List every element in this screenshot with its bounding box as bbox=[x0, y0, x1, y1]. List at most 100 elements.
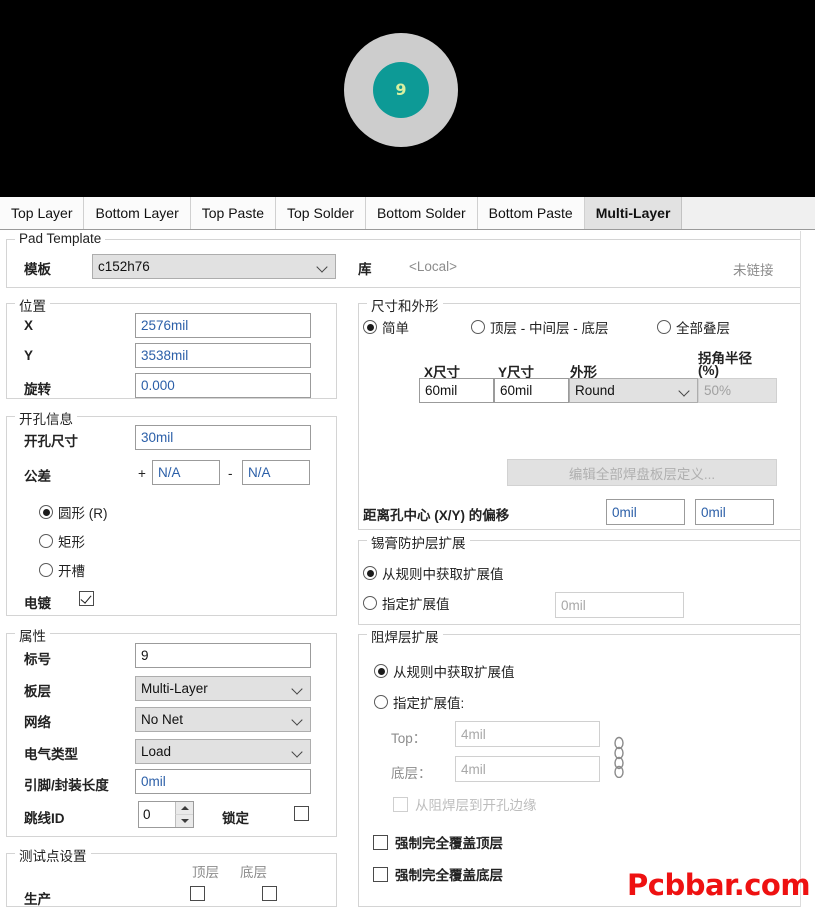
tab-bottom-paste[interactable]: Bottom Paste bbox=[477, 197, 585, 229]
force-full-tenting-bottom-checkbox[interactable]: 强制完全覆盖底层 bbox=[373, 864, 503, 884]
radio-dot-icon bbox=[39, 563, 53, 577]
hole-center-offset-y-input[interactable] bbox=[695, 499, 774, 525]
tolerance-label: 公差 bbox=[24, 469, 51, 484]
hole-shape-round-radio[interactable]: 圆形 (R) bbox=[39, 502, 108, 522]
radio-dot-icon bbox=[39, 534, 53, 548]
locked-checkbox[interactable] bbox=[294, 806, 309, 821]
solder-mask-from-rules-label: 从规则中获取扩展值 bbox=[393, 665, 515, 680]
chevron-down-icon bbox=[291, 745, 305, 759]
jumper-id-stepper[interactable] bbox=[138, 801, 194, 828]
pad-template-group-title: Pad Template bbox=[15, 231, 106, 246]
fabrication-top-checkbox[interactable] bbox=[190, 886, 205, 901]
paste-mask-group-title: 锡膏防护层扩展 bbox=[367, 532, 470, 552]
pin-package-length-input[interactable] bbox=[135, 769, 311, 794]
template-label: 模板 bbox=[24, 262, 51, 277]
location-group-title: 位置 bbox=[15, 295, 50, 315]
pad-copper-circle: 9 bbox=[373, 62, 429, 118]
layer-combo-value: Multi-Layer bbox=[141, 681, 208, 696]
testpoint-group: 测试点设置 bbox=[6, 845, 337, 907]
y-size-input[interactable] bbox=[494, 378, 569, 403]
testpoint-bottom-header: 底层 bbox=[240, 865, 267, 880]
tab-bottom-solder[interactable]: Bottom Solder bbox=[365, 197, 478, 229]
pad-shape-combo-value: Round bbox=[575, 383, 615, 398]
fabrication-bottom-checkbox[interactable] bbox=[262, 886, 277, 901]
tented-to-hole-edge-label: 从阻焊层到开孔边缘 bbox=[415, 798, 537, 813]
pad-shape-combo[interactable]: Round bbox=[569, 378, 698, 403]
paste-mask-specify-radio[interactable]: 指定扩展值 bbox=[363, 593, 450, 613]
jumper-id-label: 跳线ID bbox=[24, 811, 65, 826]
checkmark-icon bbox=[79, 591, 94, 606]
stepper-up-icon[interactable] bbox=[175, 802, 193, 815]
jumper-id-input[interactable] bbox=[139, 802, 175, 827]
tolerance-minus-input[interactable] bbox=[242, 460, 310, 485]
solder-mask-specify-radio[interactable]: 指定扩展值: bbox=[374, 692, 464, 712]
hole-shape-rect-radio[interactable]: 矩形 bbox=[39, 531, 85, 551]
force-full-tenting-top-checkbox[interactable]: 强制完全覆盖顶层 bbox=[373, 832, 503, 852]
paste-mask-specify-label: 指定扩展值 bbox=[382, 597, 450, 612]
location-x-label: X bbox=[24, 318, 34, 333]
tab-top-paste[interactable]: Top Paste bbox=[190, 197, 277, 229]
radio-dot-icon bbox=[657, 320, 671, 334]
size-shape-group: 尺寸和外形 bbox=[358, 295, 801, 530]
tolerance-plus-input[interactable] bbox=[152, 460, 220, 485]
radio-dot-icon bbox=[363, 596, 377, 610]
hole-shape-slot-label: 开槽 bbox=[58, 564, 85, 579]
panel-divider bbox=[800, 231, 801, 907]
corner-radius-input bbox=[698, 378, 777, 403]
tolerance-plus-sign: + bbox=[138, 466, 146, 481]
solder-mask-bottom-input bbox=[455, 756, 600, 782]
size-mode-simple-radio[interactable]: 简单 bbox=[363, 317, 409, 337]
paste-mask-from-rules-radio[interactable]: 从规则中获取扩展值 bbox=[363, 563, 504, 583]
layer-combo[interactable]: Multi-Layer bbox=[135, 676, 311, 701]
net-combo-value: No Net bbox=[141, 712, 184, 727]
rotation-label: 旋转 bbox=[24, 382, 51, 397]
properties-group-title: 属性 bbox=[15, 625, 50, 645]
hole-info-group-title: 开孔信息 bbox=[15, 408, 77, 428]
template-combo[interactable]: c152h76 bbox=[92, 254, 336, 279]
radio-dot-icon bbox=[374, 695, 388, 709]
tab-multi-layer[interactable]: Multi-Layer bbox=[584, 197, 683, 229]
radio-dot-icon bbox=[39, 505, 53, 519]
electrical-type-combo-value: Load bbox=[141, 744, 172, 759]
net-combo[interactable]: No Net bbox=[135, 707, 311, 732]
solder-mask-top-label: Top： bbox=[391, 731, 427, 746]
pin-package-length-label: 引脚/封装长度 bbox=[24, 778, 109, 793]
force-full-tenting-bottom-label: 强制完全覆盖底层 bbox=[395, 868, 503, 883]
pad-designator-text: 9 bbox=[395, 80, 407, 99]
hole-size-input[interactable] bbox=[135, 425, 311, 450]
size-mode-full-stack-radio[interactable]: 全部叠层 bbox=[657, 317, 730, 337]
hole-shape-rect-label: 矩形 bbox=[58, 535, 85, 550]
plated-checkbox[interactable] bbox=[79, 591, 94, 606]
stepper-down-icon[interactable] bbox=[175, 814, 193, 827]
tab-top-solder[interactable]: Top Solder bbox=[276, 197, 366, 229]
plated-label: 电镀 bbox=[24, 596, 51, 611]
paste-mask-specify-input bbox=[555, 592, 684, 618]
hole-center-offset-x-input[interactable] bbox=[606, 499, 685, 525]
electrical-type-label: 电气类型 bbox=[24, 747, 78, 762]
rotation-input[interactable] bbox=[135, 373, 311, 398]
tab-top-layer[interactable]: Top Layer bbox=[0, 197, 85, 229]
chain-link-icon bbox=[614, 736, 624, 778]
radio-dot-icon bbox=[363, 566, 377, 580]
chevron-down-icon bbox=[291, 713, 305, 727]
location-y-input[interactable] bbox=[135, 343, 311, 368]
fabrication-label: 生产 bbox=[24, 892, 51, 907]
checkbox-icon bbox=[294, 806, 309, 821]
tab-bottom-layer[interactable]: Bottom Layer bbox=[84, 197, 191, 229]
hole-shape-slot-radio[interactable]: 开槽 bbox=[39, 560, 85, 580]
size-mode-top-mid-bottom-radio[interactable]: 顶层 - 中间层 - 底层 bbox=[471, 317, 609, 337]
chevron-down-icon bbox=[316, 260, 330, 274]
location-x-input[interactable] bbox=[135, 313, 311, 338]
hole-shape-round-label: 圆形 (R) bbox=[58, 506, 108, 521]
x-size-input[interactable] bbox=[419, 378, 494, 403]
radio-dot-icon bbox=[374, 664, 388, 678]
designator-input[interactable] bbox=[135, 643, 311, 668]
edit-all-pad-layers-button[interactable]: 编辑全部焊盘板层定义... bbox=[507, 459, 777, 486]
hole-center-offset-label: 距离孔中心 (X/Y) 的偏移 bbox=[363, 508, 510, 523]
solder-mask-from-rules-radio[interactable]: 从规则中获取扩展值 bbox=[374, 661, 515, 681]
checkbox-icon bbox=[393, 796, 408, 812]
library-value: <Local> bbox=[409, 259, 458, 274]
radio-dot-icon bbox=[471, 320, 485, 334]
locked-label: 锁定 bbox=[222, 811, 249, 826]
electrical-type-combo[interactable]: Load bbox=[135, 739, 311, 764]
